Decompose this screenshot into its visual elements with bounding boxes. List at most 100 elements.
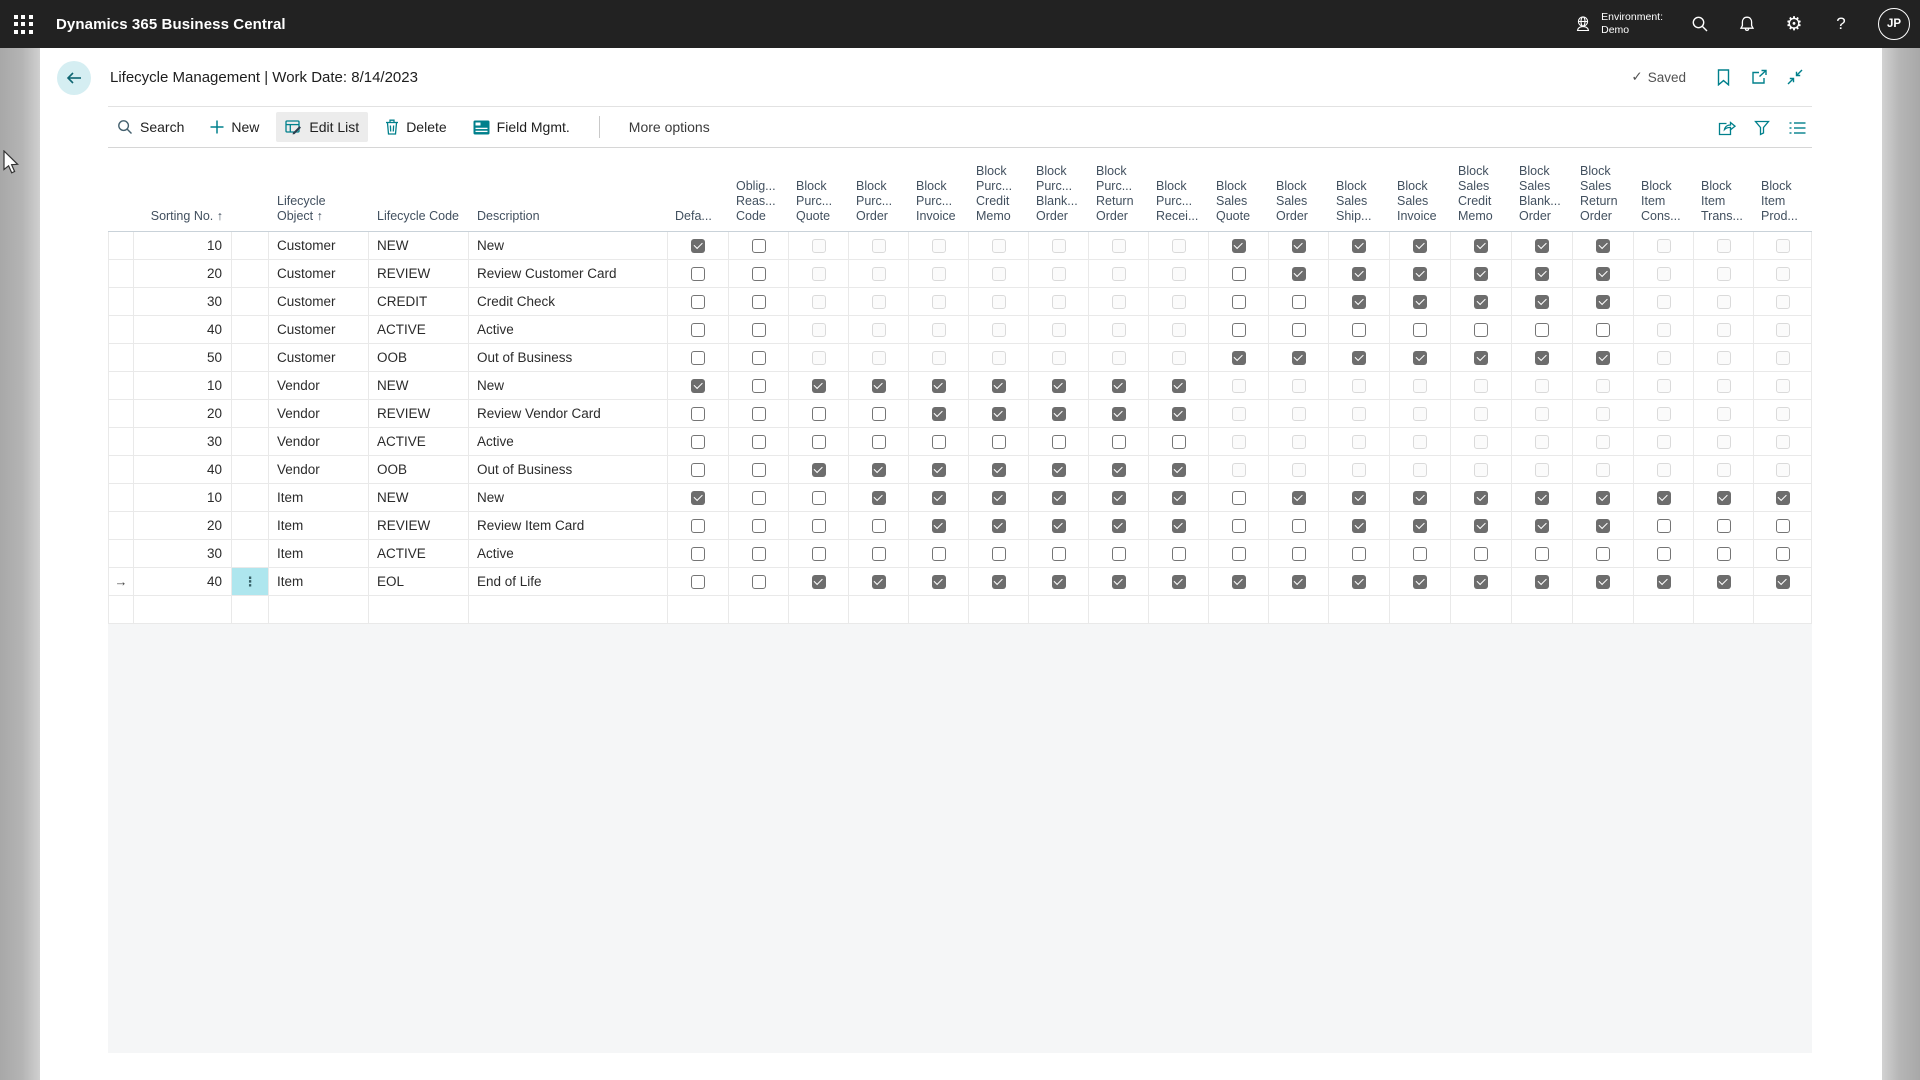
empty-cell[interactable]: [108, 596, 134, 624]
cell-block-purch-return-order[interactable]: [1089, 540, 1149, 568]
checkbox-default[interactable]: [691, 490, 705, 505]
cell-block-purch-receipt[interactable]: [1149, 232, 1209, 260]
cell-block-purch-quote[interactable]: [789, 344, 849, 372]
cell-block-purch-quote[interactable]: [789, 540, 849, 568]
cell-block-sales-invoice[interactable]: [1390, 540, 1451, 568]
cell-block-purch-quote[interactable]: [789, 372, 849, 400]
checkbox-block-purch-order[interactable]: [871, 434, 886, 449]
cell-lifecycle-object[interactable]: Vendor: [269, 456, 369, 484]
cell-lifecycle-object[interactable]: Item: [269, 540, 369, 568]
cell-block-sales-invoice[interactable]: [1390, 512, 1451, 540]
cell-block-purch-return-order[interactable]: [1089, 456, 1149, 484]
cell-block-purch-receipt[interactable]: [1149, 568, 1209, 596]
cell-block-sales-invoice[interactable]: [1390, 372, 1451, 400]
cell-row-gutter[interactable]: [108, 344, 134, 372]
checkbox-block-purch-order[interactable]: [871, 518, 886, 533]
table-row[interactable]: 40 Vendor OOB Out of Business: [108, 456, 1812, 484]
cell-block-sales-invoice[interactable]: [1390, 260, 1451, 288]
checkbox-oblig-reason-code[interactable]: [751, 238, 766, 253]
cell-oblig-reason-code[interactable]: [729, 540, 789, 568]
cell-block-sales-quote[interactable]: [1209, 372, 1269, 400]
column-header-block-purch-return-order[interactable]: Block Purc... Return Order: [1089, 164, 1149, 231]
cell-row-options[interactable]: [232, 344, 269, 372]
empty-cell[interactable]: [134, 596, 232, 624]
checkbox-block-purch-order[interactable]: [871, 406, 886, 421]
cell-block-purch-invoice[interactable]: [909, 512, 969, 540]
checkbox-block-item-transfer[interactable]: [1716, 546, 1731, 561]
checkbox-oblig-reason-code[interactable]: [751, 546, 766, 561]
cell-description[interactable]: Active: [469, 540, 668, 568]
cell-block-sales-quote[interactable]: [1209, 568, 1269, 596]
checkbox-block-purch-credit-memo[interactable]: [991, 518, 1006, 533]
cell-sorting-no[interactable]: 20: [134, 512, 232, 540]
cell-oblig-reason-code[interactable]: [729, 400, 789, 428]
cell-block-item-production[interactable]: [1754, 288, 1812, 316]
cell-default[interactable]: [668, 316, 729, 344]
cell-block-purch-return-order[interactable]: [1089, 288, 1149, 316]
cell-default[interactable]: [668, 288, 729, 316]
cell-block-purch-return-order[interactable]: [1089, 344, 1149, 372]
checkbox-block-sales-credit-memo[interactable]: [1474, 574, 1488, 589]
table-row[interactable]: 20 Item REVIEW Review Item Card: [108, 512, 1812, 540]
cell-block-sales-shipment[interactable]: [1329, 232, 1390, 260]
checkbox-oblig-reason-code[interactable]: [751, 406, 766, 421]
checkbox-oblig-reason-code[interactable]: [751, 490, 766, 505]
checkbox-block-purch-blanket-order[interactable]: [1051, 406, 1066, 421]
empty-cell[interactable]: [1573, 596, 1634, 624]
cell-block-purch-invoice[interactable]: [909, 372, 969, 400]
checkbox-block-purch-blanket-order[interactable]: [1051, 518, 1066, 533]
checkbox-block-purch-receipt[interactable]: [1171, 574, 1186, 589]
cell-block-item-consumption[interactable]: [1634, 344, 1694, 372]
cell-row-options[interactable]: [232, 428, 269, 456]
cell-block-item-transfer[interactable]: [1694, 260, 1754, 288]
cell-default[interactable]: [668, 372, 729, 400]
cell-block-purch-credit-memo[interactable]: [969, 512, 1029, 540]
checkbox-block-item-production[interactable]: [1775, 490, 1790, 505]
cell-block-sales-shipment[interactable]: [1329, 344, 1390, 372]
checkbox-block-sales-blanket-order[interactable]: [1535, 518, 1549, 533]
empty-cell[interactable]: [1329, 596, 1390, 624]
cell-block-purch-invoice[interactable]: [909, 484, 969, 512]
checkbox-block-purch-receipt[interactable]: [1171, 406, 1186, 421]
table-row[interactable]: → 40 ⋮ Item EOL End of Life: [108, 568, 1812, 596]
cell-block-sales-order[interactable]: [1269, 344, 1329, 372]
checkbox-block-purch-blanket-order[interactable]: [1051, 574, 1066, 589]
cell-block-sales-order[interactable]: [1269, 232, 1329, 260]
cell-block-purch-receipt[interactable]: [1149, 484, 1209, 512]
cell-block-purch-receipt[interactable]: [1149, 400, 1209, 428]
cell-block-sales-invoice[interactable]: [1390, 484, 1451, 512]
cell-block-sales-order[interactable]: [1269, 484, 1329, 512]
cell-block-sales-return-order[interactable]: [1573, 316, 1634, 344]
cell-block-sales-return-order[interactable]: [1573, 372, 1634, 400]
checkbox-block-item-consumption[interactable]: [1656, 546, 1671, 561]
cell-block-purch-quote[interactable]: [789, 484, 849, 512]
cell-row-options[interactable]: [232, 512, 269, 540]
cell-lifecycle-code[interactable]: NEW: [369, 484, 469, 512]
checkbox-block-purch-return-order[interactable]: [1111, 434, 1126, 449]
checkbox-block-sales-order[interactable]: [1291, 546, 1306, 561]
cell-default[interactable]: [668, 540, 729, 568]
cell-block-purch-order[interactable]: [849, 288, 909, 316]
checkbox-block-sales-credit-memo[interactable]: [1474, 350, 1488, 365]
checkbox-block-purch-return-order[interactable]: [1111, 490, 1126, 505]
column-header-block-purch-invoice[interactable]: Block Purc... Invoice: [909, 179, 969, 231]
cell-default[interactable]: [668, 344, 729, 372]
checkbox-block-purch-invoice[interactable]: [931, 518, 946, 533]
cell-block-sales-blanket-order[interactable]: [1512, 540, 1573, 568]
cell-block-item-production[interactable]: [1754, 372, 1812, 400]
cell-block-sales-invoice[interactable]: [1390, 456, 1451, 484]
checkbox-block-purch-order[interactable]: [871, 546, 886, 561]
cell-row-gutter[interactable]: [108, 484, 134, 512]
empty-cell[interactable]: [1754, 596, 1812, 624]
cell-block-item-consumption[interactable]: [1634, 260, 1694, 288]
empty-cell[interactable]: [469, 596, 668, 624]
checkbox-block-sales-return-order[interactable]: [1596, 294, 1610, 309]
column-header-default[interactable]: Defa...: [668, 209, 729, 231]
cell-block-purch-quote[interactable]: [789, 456, 849, 484]
checkbox-block-sales-return-order[interactable]: [1596, 490, 1610, 505]
cell-oblig-reason-code[interactable]: [729, 512, 789, 540]
cell-block-purch-receipt[interactable]: [1149, 428, 1209, 456]
cell-block-purch-receipt[interactable]: [1149, 288, 1209, 316]
cell-row-gutter[interactable]: [108, 456, 134, 484]
empty-cell[interactable]: [232, 596, 269, 624]
